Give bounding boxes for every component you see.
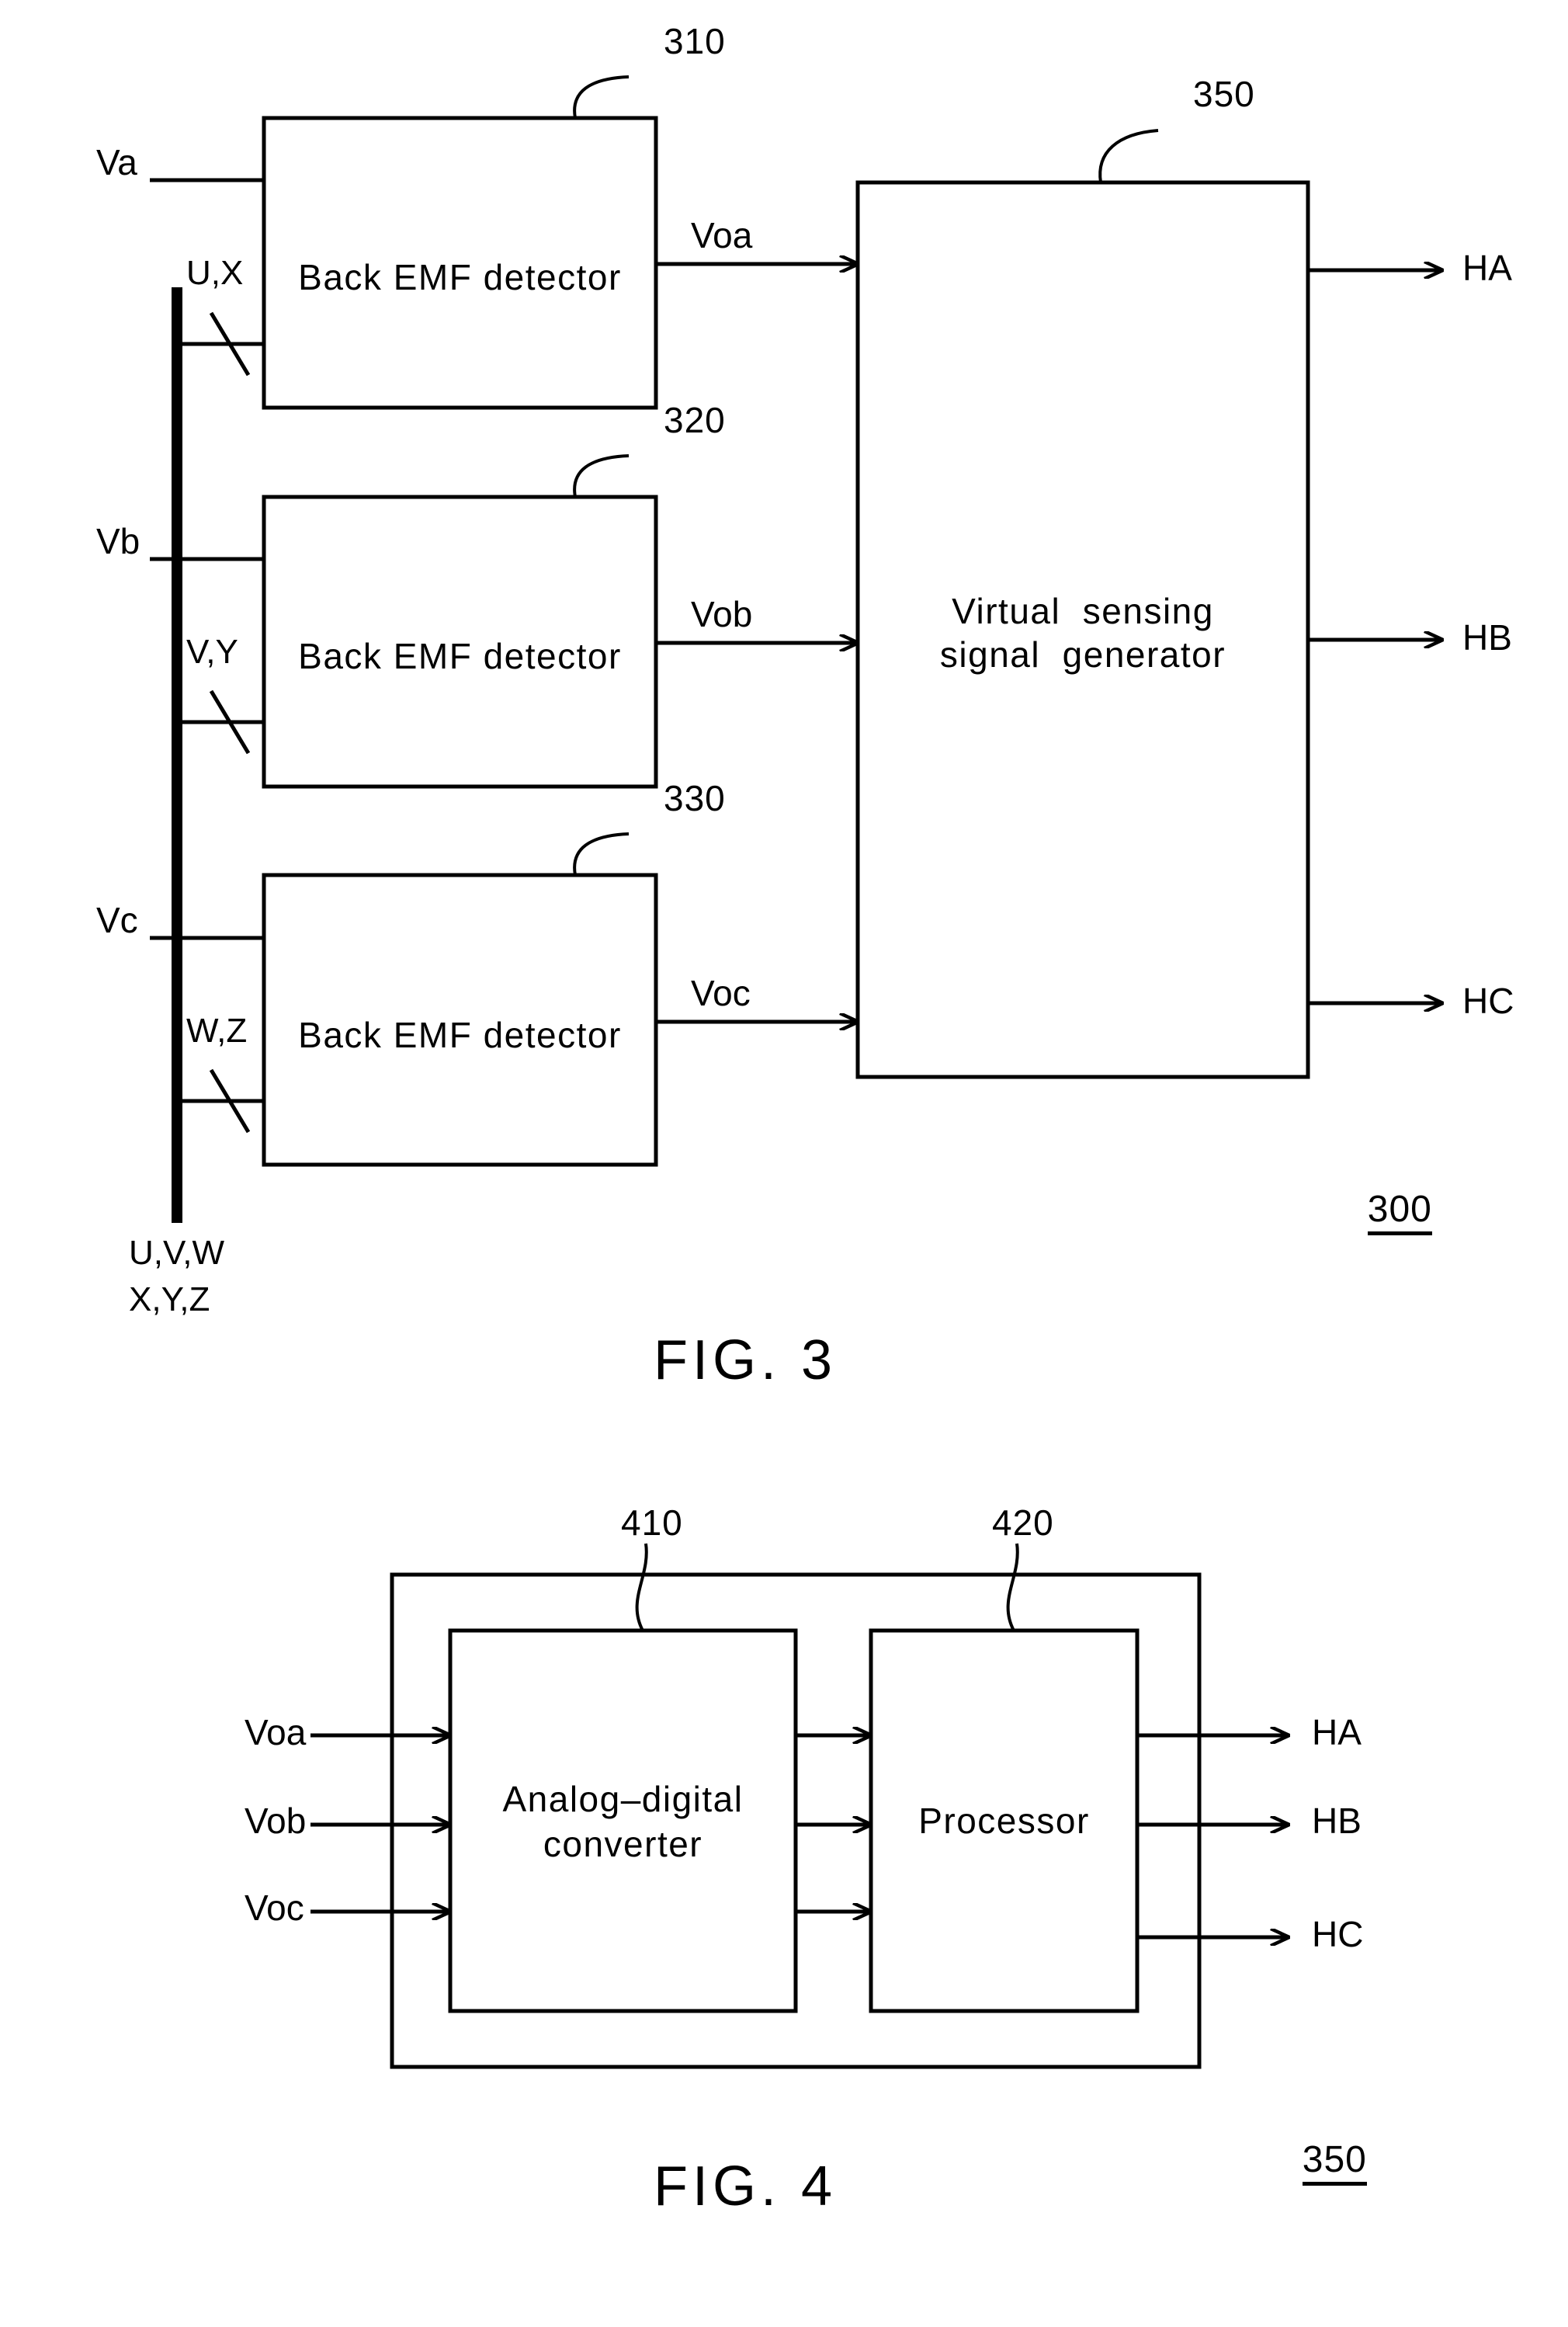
bus-bottom-label-xyz: X,Y,Z <box>129 1280 210 1318</box>
ref-number-310: 310 <box>664 21 726 61</box>
input-label-vb: Vb <box>96 521 140 561</box>
leader-330 <box>573 832 630 876</box>
output-label-hb-fig3: HB <box>1462 617 1512 658</box>
drawing-vector-layer <box>150 75 1568 2069</box>
detector-310-label: Back EMF detector <box>298 257 622 297</box>
ref-number-320: 320 <box>664 400 726 440</box>
generator-label-line2: signal generator <box>939 634 1226 675</box>
output-label-hb-fig4: HB <box>1312 1801 1362 1841</box>
adc-label-line2: converter <box>543 1824 703 1864</box>
leader-310 <box>573 75 630 119</box>
ref-number-420: 420 <box>992 1502 1054 1543</box>
bus-tap-label-ux: U,X <box>186 254 244 292</box>
assembly-tag-300: 300 <box>1354 1179 1432 1248</box>
detector-330-label: Back EMF detector <box>298 1015 622 1055</box>
input-label-va: Va <box>96 142 137 182</box>
bus-tap-label-vy: V,Y <box>186 633 238 671</box>
signal-label-vob: Vob <box>691 594 753 634</box>
ref-number-330: 330 <box>664 778 726 818</box>
input-label-voc-fig4: Voc <box>245 1888 304 1928</box>
figure-caption-3: FIG. 3 <box>654 1329 838 1391</box>
generator-label-line1: Virtual sensing <box>952 591 1214 631</box>
output-label-ha-fig3: HA <box>1462 248 1512 288</box>
output-label-hc-fig3: HC <box>1462 981 1514 1021</box>
figure-caption-4: FIG. 4 <box>654 2155 838 2218</box>
ref-number-410: 410 <box>621 1502 683 1543</box>
processor-label: Processor <box>918 1801 1090 1841</box>
signal-label-voa: Voa <box>691 215 753 255</box>
output-label-hc-fig4: HC <box>1312 1914 1364 1954</box>
input-label-vob-fig4: Vob <box>245 1801 307 1841</box>
bus-tap-label-wz: W,Z <box>186 1012 248 1050</box>
signal-label-voc: Voc <box>691 973 751 1013</box>
leader-410 <box>635 1543 648 1631</box>
input-label-vc: Vc <box>96 900 138 940</box>
assembly-tag-350-fig4: 350 <box>1289 2129 1367 2198</box>
adc-box-410 <box>448 1628 798 2013</box>
leader-420 <box>1006 1543 1019 1631</box>
output-label-ha-fig4: HA <box>1312 1712 1362 1752</box>
bus-bottom-label-uvw: U,V,W <box>129 1234 225 1272</box>
leader-320 <box>573 454 630 498</box>
input-label-voa-fig4: Voa <box>245 1712 307 1752</box>
leader-350-fig3 <box>1098 129 1159 183</box>
detector-320-label: Back EMF detector <box>298 636 622 676</box>
adc-label-line1: Analog–digital <box>502 1779 744 1819</box>
ref-number-350-fig3: 350 <box>1193 74 1255 114</box>
patent-drawing-sheet: 310 320 330 350 Va Vb Vc U,X V,Y W,Z U,V… <box>0 0 1568 2327</box>
